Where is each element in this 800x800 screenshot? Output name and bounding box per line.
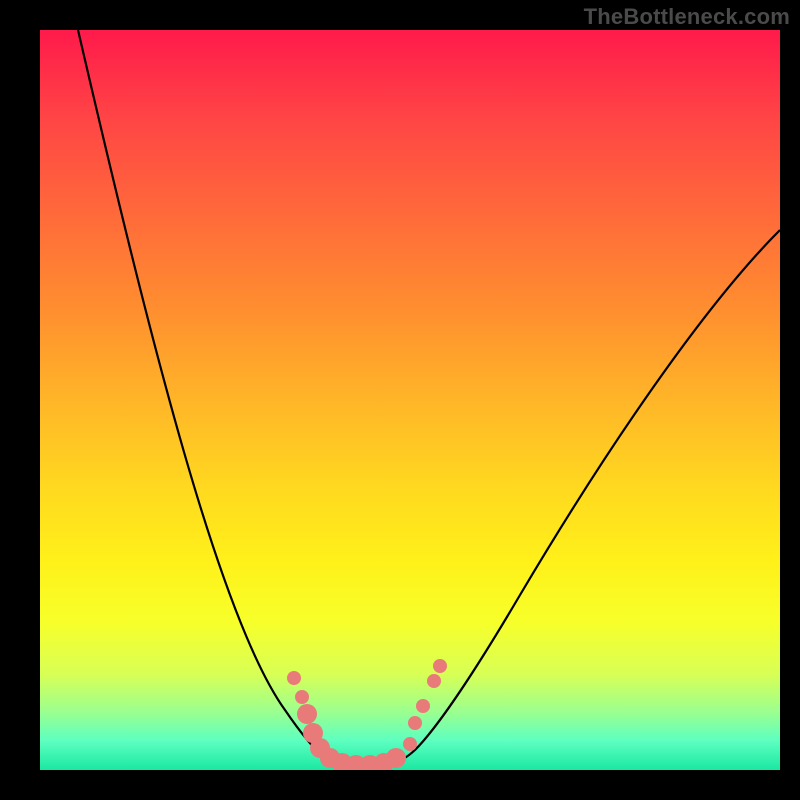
marker-dot — [427, 674, 441, 688]
marker-dot — [297, 704, 317, 724]
marker-dot — [295, 690, 309, 704]
marker-dot — [416, 699, 430, 713]
chart-frame: TheBottleneck.com — [0, 0, 800, 800]
marker-dot — [408, 716, 422, 730]
marker-dot — [433, 659, 447, 673]
plot-area — [40, 30, 780, 770]
marker-dot — [403, 737, 417, 751]
marker-dot — [287, 671, 301, 685]
chart-svg — [40, 30, 780, 770]
watermark-text: TheBottleneck.com — [584, 4, 790, 30]
marker-group — [287, 659, 447, 770]
marker-dot — [386, 748, 406, 768]
main-curve — [78, 30, 780, 767]
